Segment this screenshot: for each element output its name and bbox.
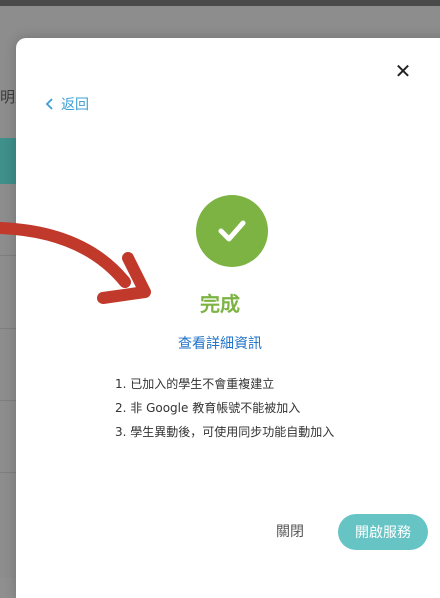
success-indicator [196,195,268,267]
note-item: 1. 已加入的學生不會重複建立 [115,377,275,391]
curved-arrow-icon [0,222,151,304]
back-link[interactable]: 返回 [43,94,89,114]
close-button[interactable]: 關閉 [276,520,304,544]
note-item: 2. 非 Google 教育帳號不能被加入 [115,401,301,415]
enable-service-button[interactable]: 開啟服務 [338,514,428,550]
notes-list: 1. 已加入的學生不會重複建立 2. 非 Google 教育帳號不能被加入 3.… [115,372,334,444]
chevron-left-icon [45,98,53,110]
view-details-link[interactable]: 查看詳細資訊 [0,333,440,353]
note-item: 3. 學生異動後，可使用同步功能自動加入 [115,425,335,439]
check-icon [218,220,246,242]
close-icon[interactable]: ✕ [392,59,414,83]
back-label: 返回 [61,97,89,113]
